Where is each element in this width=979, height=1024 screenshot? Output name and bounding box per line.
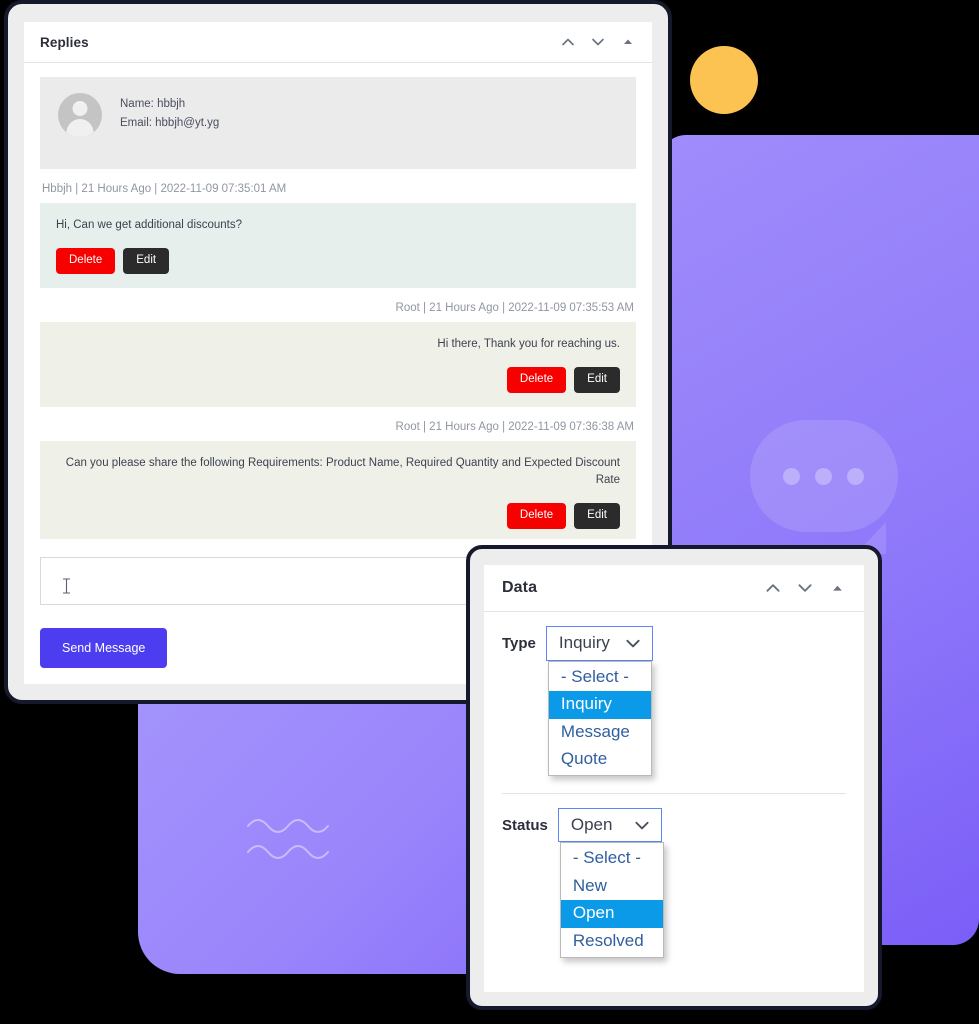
- select-option[interactable]: New: [561, 873, 663, 900]
- contact-details: Name: hbbjh Email: hbbjh@yt.yg: [120, 93, 219, 133]
- contact-email: Email: hbbjh@yt.yg: [120, 116, 220, 129]
- type-select-menu[interactable]: - Select - Inquiry Message Quote: [547, 660, 652, 777]
- message-text: Can you please share the following Requi…: [65, 456, 620, 486]
- status-field-label: Status: [502, 816, 548, 834]
- replies-panel-header: Replies: [24, 22, 652, 63]
- message-thread-item: Root | 21 Hours Ago | 2022-11-09 07:35:5…: [40, 288, 636, 407]
- message-thread-item: Hbbjh | 21 Hours Ago | 2022-11-09 07:35:…: [40, 169, 636, 288]
- page-title: Replies: [40, 34, 89, 50]
- message-bubble-incoming: Hi, Can we get additional discounts? Del…: [40, 203, 636, 288]
- send-message-button[interactable]: Send Message: [40, 628, 168, 668]
- chevron-down-icon: [624, 634, 642, 652]
- type-field-row: Type Inquiry - Select - Inquiry Message …: [484, 612, 864, 777]
- select-option[interactable]: Resolved: [561, 928, 663, 955]
- status-select[interactable]: Open: [557, 807, 662, 843]
- status-select-value: Open: [570, 814, 613, 834]
- wave-lines-icon: [247, 819, 329, 859]
- type-select[interactable]: Inquiry: [545, 626, 653, 661]
- delete-button[interactable]: Delete: [506, 503, 567, 529]
- message-actions: Delete Edit: [56, 248, 620, 274]
- delete-button[interactable]: Delete: [506, 367, 567, 393]
- type-field-label: Type: [502, 634, 536, 652]
- message-meta: Hbbjh | 21 Hours Ago | 2022-11-09 07:35:…: [42, 183, 287, 195]
- status-select-wrapper: Open - Select - New Open Resolved: [557, 807, 664, 959]
- avatar: [58, 93, 102, 137]
- select-option[interactable]: Message: [549, 719, 651, 746]
- message-meta: Root | 21 Hours Ago | 2022-11-09 07:35:5…: [395, 301, 634, 314]
- chevron-down-icon[interactable]: [590, 34, 606, 50]
- message-actions: Delete Edit: [56, 503, 620, 529]
- select-option[interactable]: Quote: [549, 746, 651, 773]
- data-panel-title: Data: [502, 579, 538, 596]
- data-panel: Data Type Inquiry - Select - Inquiry Mes…: [484, 565, 864, 992]
- delete-button[interactable]: Delete: [56, 248, 116, 274]
- chevron-down-icon[interactable]: [796, 579, 814, 597]
- data-window: Data Type Inquiry - Select - Inquiry Mes…: [466, 545, 882, 1010]
- edit-button[interactable]: Edit: [574, 367, 620, 393]
- speech-bubble-watermark-icon: [750, 420, 898, 554]
- data-header-icon-group: [764, 579, 846, 597]
- edit-button[interactable]: Edit: [123, 248, 170, 274]
- message-text: Hi, Can we get additional discounts?: [56, 219, 243, 231]
- collapse-triangle-icon[interactable]: [828, 579, 846, 597]
- select-option[interactable]: Inquiry: [548, 691, 651, 719]
- decorative-yellow-dot: [690, 46, 758, 114]
- data-panel-header: Data: [484, 565, 864, 612]
- select-option[interactable]: - Select -: [549, 664, 651, 691]
- contact-card: Name: hbbjh Email: hbbjh@yt.yg: [40, 77, 636, 169]
- edit-button[interactable]: Edit: [574, 503, 620, 529]
- chevron-down-icon: [633, 816, 651, 834]
- select-option[interactable]: Open: [560, 900, 663, 928]
- message-text: Hi there, Thank you for reaching us.: [437, 337, 620, 350]
- message-meta: Root | 21 Hours Ago | 2022-11-09 07:36:3…: [395, 420, 634, 433]
- collapse-triangle-icon[interactable]: [620, 34, 636, 50]
- type-select-wrapper: Inquiry - Select - Inquiry Message Quote: [545, 626, 653, 777]
- select-option[interactable]: - Select -: [561, 845, 663, 872]
- contact-name: Name: hbbjh: [120, 98, 186, 110]
- chevron-up-icon[interactable]: [764, 579, 782, 597]
- status-field-row: Status Open - Select - New Open Resolved: [484, 794, 864, 959]
- chevron-up-icon[interactable]: [560, 34, 576, 50]
- message-thread-item: Root | 21 Hours Ago | 2022-11-09 07:36:3…: [40, 407, 636, 539]
- message-bubble-outgoing: Can you please share the following Requi…: [40, 440, 636, 539]
- message-actions: Delete Edit: [56, 367, 620, 393]
- status-select-menu[interactable]: - Select - New Open Resolved: [559, 842, 664, 959]
- replies-panel-body: Name: hbbjh Email: hbbjh@yt.yg Hbbjh | 2…: [24, 63, 652, 539]
- type-select-value: Inquiry: [558, 633, 610, 652]
- replies-header-icon-group: [560, 34, 636, 50]
- message-bubble-outgoing: Hi there, Thank you for reaching us. Del…: [40, 321, 636, 407]
